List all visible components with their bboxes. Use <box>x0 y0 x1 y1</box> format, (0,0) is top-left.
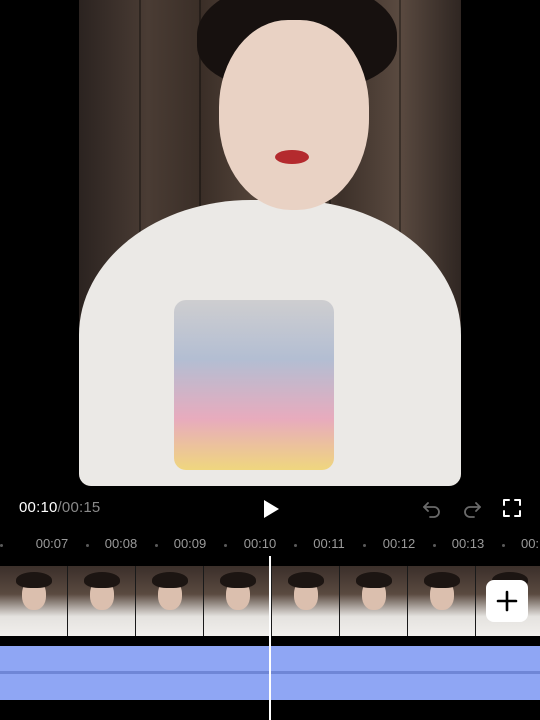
video-thumbnail <box>204 566 272 636</box>
timeline-ruler[interactable]: 00:07 00:08 00:09 00:10 00:11 00:12 00:1… <box>0 532 540 556</box>
ruler-tick: 00:10 <box>243 536 277 551</box>
preview-subject-lips <box>275 150 309 164</box>
video-thumbnail <box>408 566 476 636</box>
video-thumbnail <box>68 566 136 636</box>
video-thumbnail <box>272 566 340 636</box>
playback-controls: 00:10/00:15 <box>0 490 540 526</box>
timecode: 00:10/00:15 <box>19 499 100 516</box>
ruler-tick: 00:07 <box>35 536 69 551</box>
fullscreen-icon[interactable] <box>501 497 523 519</box>
redo-icon[interactable] <box>461 497 483 519</box>
current-time: 00:10 <box>19 499 58 516</box>
preview-subject-face <box>219 20 369 210</box>
play-button[interactable] <box>258 496 284 522</box>
video-thumbnail <box>136 566 204 636</box>
playhead[interactable] <box>269 556 271 720</box>
ruler-tick: 00: <box>520 536 540 551</box>
total-time: 00:15 <box>61 499 101 516</box>
ruler-tick: 00:13 <box>451 536 485 551</box>
video-thumbnail <box>340 566 408 636</box>
video-thumbnail <box>0 566 68 636</box>
plus-icon <box>496 590 518 612</box>
ruler-tick: 00:11 <box>313 536 345 551</box>
undo-icon[interactable] <box>421 497 443 519</box>
video-preview[interactable] <box>79 0 461 486</box>
ruler-tick: 00:12 <box>382 536 416 551</box>
ruler-tick: 00:08 <box>104 536 138 551</box>
ruler-tick: 00:09 <box>173 536 207 551</box>
play-icon <box>264 500 279 518</box>
add-clip-button[interactable] <box>486 580 528 622</box>
preview-shirt-graphic <box>174 300 334 470</box>
